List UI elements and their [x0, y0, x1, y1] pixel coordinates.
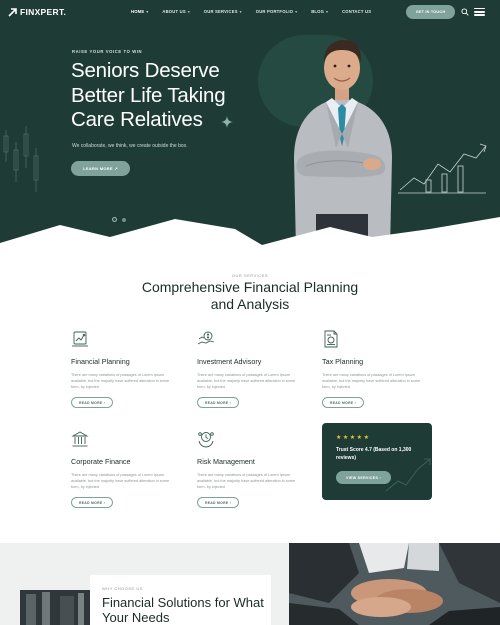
service-card-tax-planning: Tax Planning There are many variations o… — [322, 330, 434, 408]
hero-subtitle: We collaborate, we think, we create outs… — [72, 143, 188, 149]
service-card-investment-advisory: Investment Advisory There are many varia… — [197, 330, 309, 408]
read-more-button[interactable]: READ MORE › — [197, 497, 239, 508]
nav-item-our-portfolio[interactable]: OUR PORTFOLIO ▾ — [256, 9, 297, 14]
learn-more-button[interactable]: LEARN MORE ↗ — [71, 161, 130, 176]
view-services-button[interactable]: VIEW SERVICES › — [336, 471, 391, 484]
read-more-button[interactable]: READ MORE › — [322, 397, 364, 408]
team-hands-graphic — [289, 543, 500, 625]
nav-item-home[interactable]: HOME ▾ — [131, 9, 148, 14]
service-card-text: There are many variations of passages of… — [322, 373, 421, 389]
why-choose-us-card: WHY CHOOSE US Financial Solutions for Wh… — [90, 575, 271, 625]
search-icon[interactable] — [461, 8, 469, 16]
corporate-finance-icon — [71, 431, 89, 447]
view-services-label: VIEW SERVICES — [346, 475, 379, 480]
nav-item-label: ABOUT US — [162, 9, 186, 14]
office-photo — [20, 590, 90, 625]
hero-section: FINXPERT. HOME ▾ ABOUT US ▾ OUR SERVICES… — [0, 0, 500, 250]
nav-item-label: OUR PORTFOLIO — [255, 9, 294, 14]
nav-item-blog[interactable]: BLOG ▾ — [311, 9, 328, 14]
chevron-down-icon: ▾ — [187, 9, 190, 14]
arrow-right-icon: ↗ — [112, 166, 118, 171]
star-icon: ★ — [342, 435, 349, 441]
read-more-label: READ MORE — [204, 500, 229, 505]
office-photo-graphic — [20, 590, 90, 625]
service-card-text: There are many variations of passages of… — [71, 373, 170, 389]
top-nav: FINXPERT. HOME ▾ ABOUT US ▾ OUR SERVICES… — [0, 0, 500, 24]
star-icon: ★ — [356, 435, 363, 441]
nav-item-label: BLOG — [311, 9, 325, 14]
trust-score-card: ★ ★ ★ ★ ★ Trust Score 4.7 (Based on 1,30… — [322, 423, 432, 500]
chevron-down-icon: ▾ — [326, 9, 329, 14]
trust-score-text: Trust Score 4.7 (Based on 1,300 reviews) — [336, 447, 412, 461]
read-more-label: READ MORE — [78, 400, 103, 405]
hero-eyebrow: RAISE YOUR VOICE TO WIN — [72, 49, 143, 54]
rating-stars: ★ ★ ★ ★ ★ — [336, 435, 369, 441]
service-card-risk-management: Risk Management There are many variation… — [197, 430, 309, 508]
logo[interactable]: FINXPERT. — [8, 7, 66, 17]
why-eyebrow: WHY CHOOSE US — [102, 586, 143, 591]
nav-item-contact-us[interactable]: CONTACT US — [342, 9, 371, 14]
service-card-title: Corporate Finance — [71, 457, 131, 466]
risk-management-icon — [198, 432, 214, 448]
read-more-button[interactable]: READ MORE › — [71, 397, 113, 408]
main-menu: HOME ▾ ABOUT US ▾ OUR SERVICES ▾ OUR POR… — [131, 9, 385, 14]
read-more-label: READ MORE — [204, 400, 229, 405]
service-card-text: There are many variations of passages of… — [197, 373, 296, 389]
read-more-button[interactable]: READ MORE › — [197, 397, 239, 408]
service-card-corporate-finance: Corporate Finance There are many variati… — [71, 430, 183, 508]
nav-item-label: CONTACT US — [342, 9, 372, 14]
nav-item-label: HOME — [131, 9, 145, 14]
nav-item-label: OUR SERVICES — [203, 9, 238, 14]
chevron-down-icon: ▾ — [146, 9, 149, 14]
learn-more-label: LEARN MORE — [83, 166, 113, 171]
growth-chart-decoration — [398, 143, 487, 194]
star-icon: ★ — [363, 435, 369, 441]
star-icon: ★ — [336, 435, 342, 441]
why-title: Financial Solutions for What Your Needs — [102, 595, 264, 625]
sparkle-icon — [221, 116, 233, 128]
get-in-touch-button[interactable]: GET IN TOUCH — [406, 5, 455, 19]
service-card-title: Risk Management — [197, 457, 255, 466]
chevron-down-icon: ▾ — [295, 9, 298, 14]
read-more-label: READ MORE — [78, 500, 103, 505]
read-more-button[interactable]: READ MORE › — [71, 497, 113, 508]
tax-planning-icon — [324, 330, 338, 348]
read-more-label: READ MORE — [329, 400, 354, 405]
logo-arrow-icon — [8, 8, 17, 17]
services-title: Comprehensive Financial Planning and Ana… — [141, 279, 359, 312]
service-card-financial-planning: Financial Planning There are many variat… — [71, 330, 183, 408]
candlestick-chart-decoration — [3, 126, 39, 192]
service-card-title: Tax Planning — [322, 357, 364, 366]
hero-title: Seniors Deserve Better Life Taking Care … — [71, 59, 226, 131]
service-card-text: There are many variations of passages of… — [197, 473, 296, 489]
service-card-title: Investment Advisory — [197, 357, 262, 366]
hero-wave-divider — [0, 217, 500, 250]
logo-text: FINXPERT. — [20, 7, 67, 17]
financial-planning-icon — [72, 331, 88, 347]
service-card-title: Financial Planning — [71, 357, 130, 366]
star-icon: ★ — [349, 435, 356, 441]
hamburger-menu-icon[interactable] — [474, 8, 485, 16]
chevron-down-icon: ▾ — [239, 9, 242, 14]
investment-advisory-icon — [197, 331, 215, 345]
nav-item-about-us[interactable]: ABOUT US ▾ — [162, 9, 189, 14]
team-hands-photo — [289, 543, 500, 625]
nav-item-our-services[interactable]: OUR SERVICES ▾ — [204, 9, 242, 14]
services-eyebrow: OUR SERVICES — [231, 273, 269, 278]
service-card-text: There are many variations of passages of… — [71, 473, 170, 489]
